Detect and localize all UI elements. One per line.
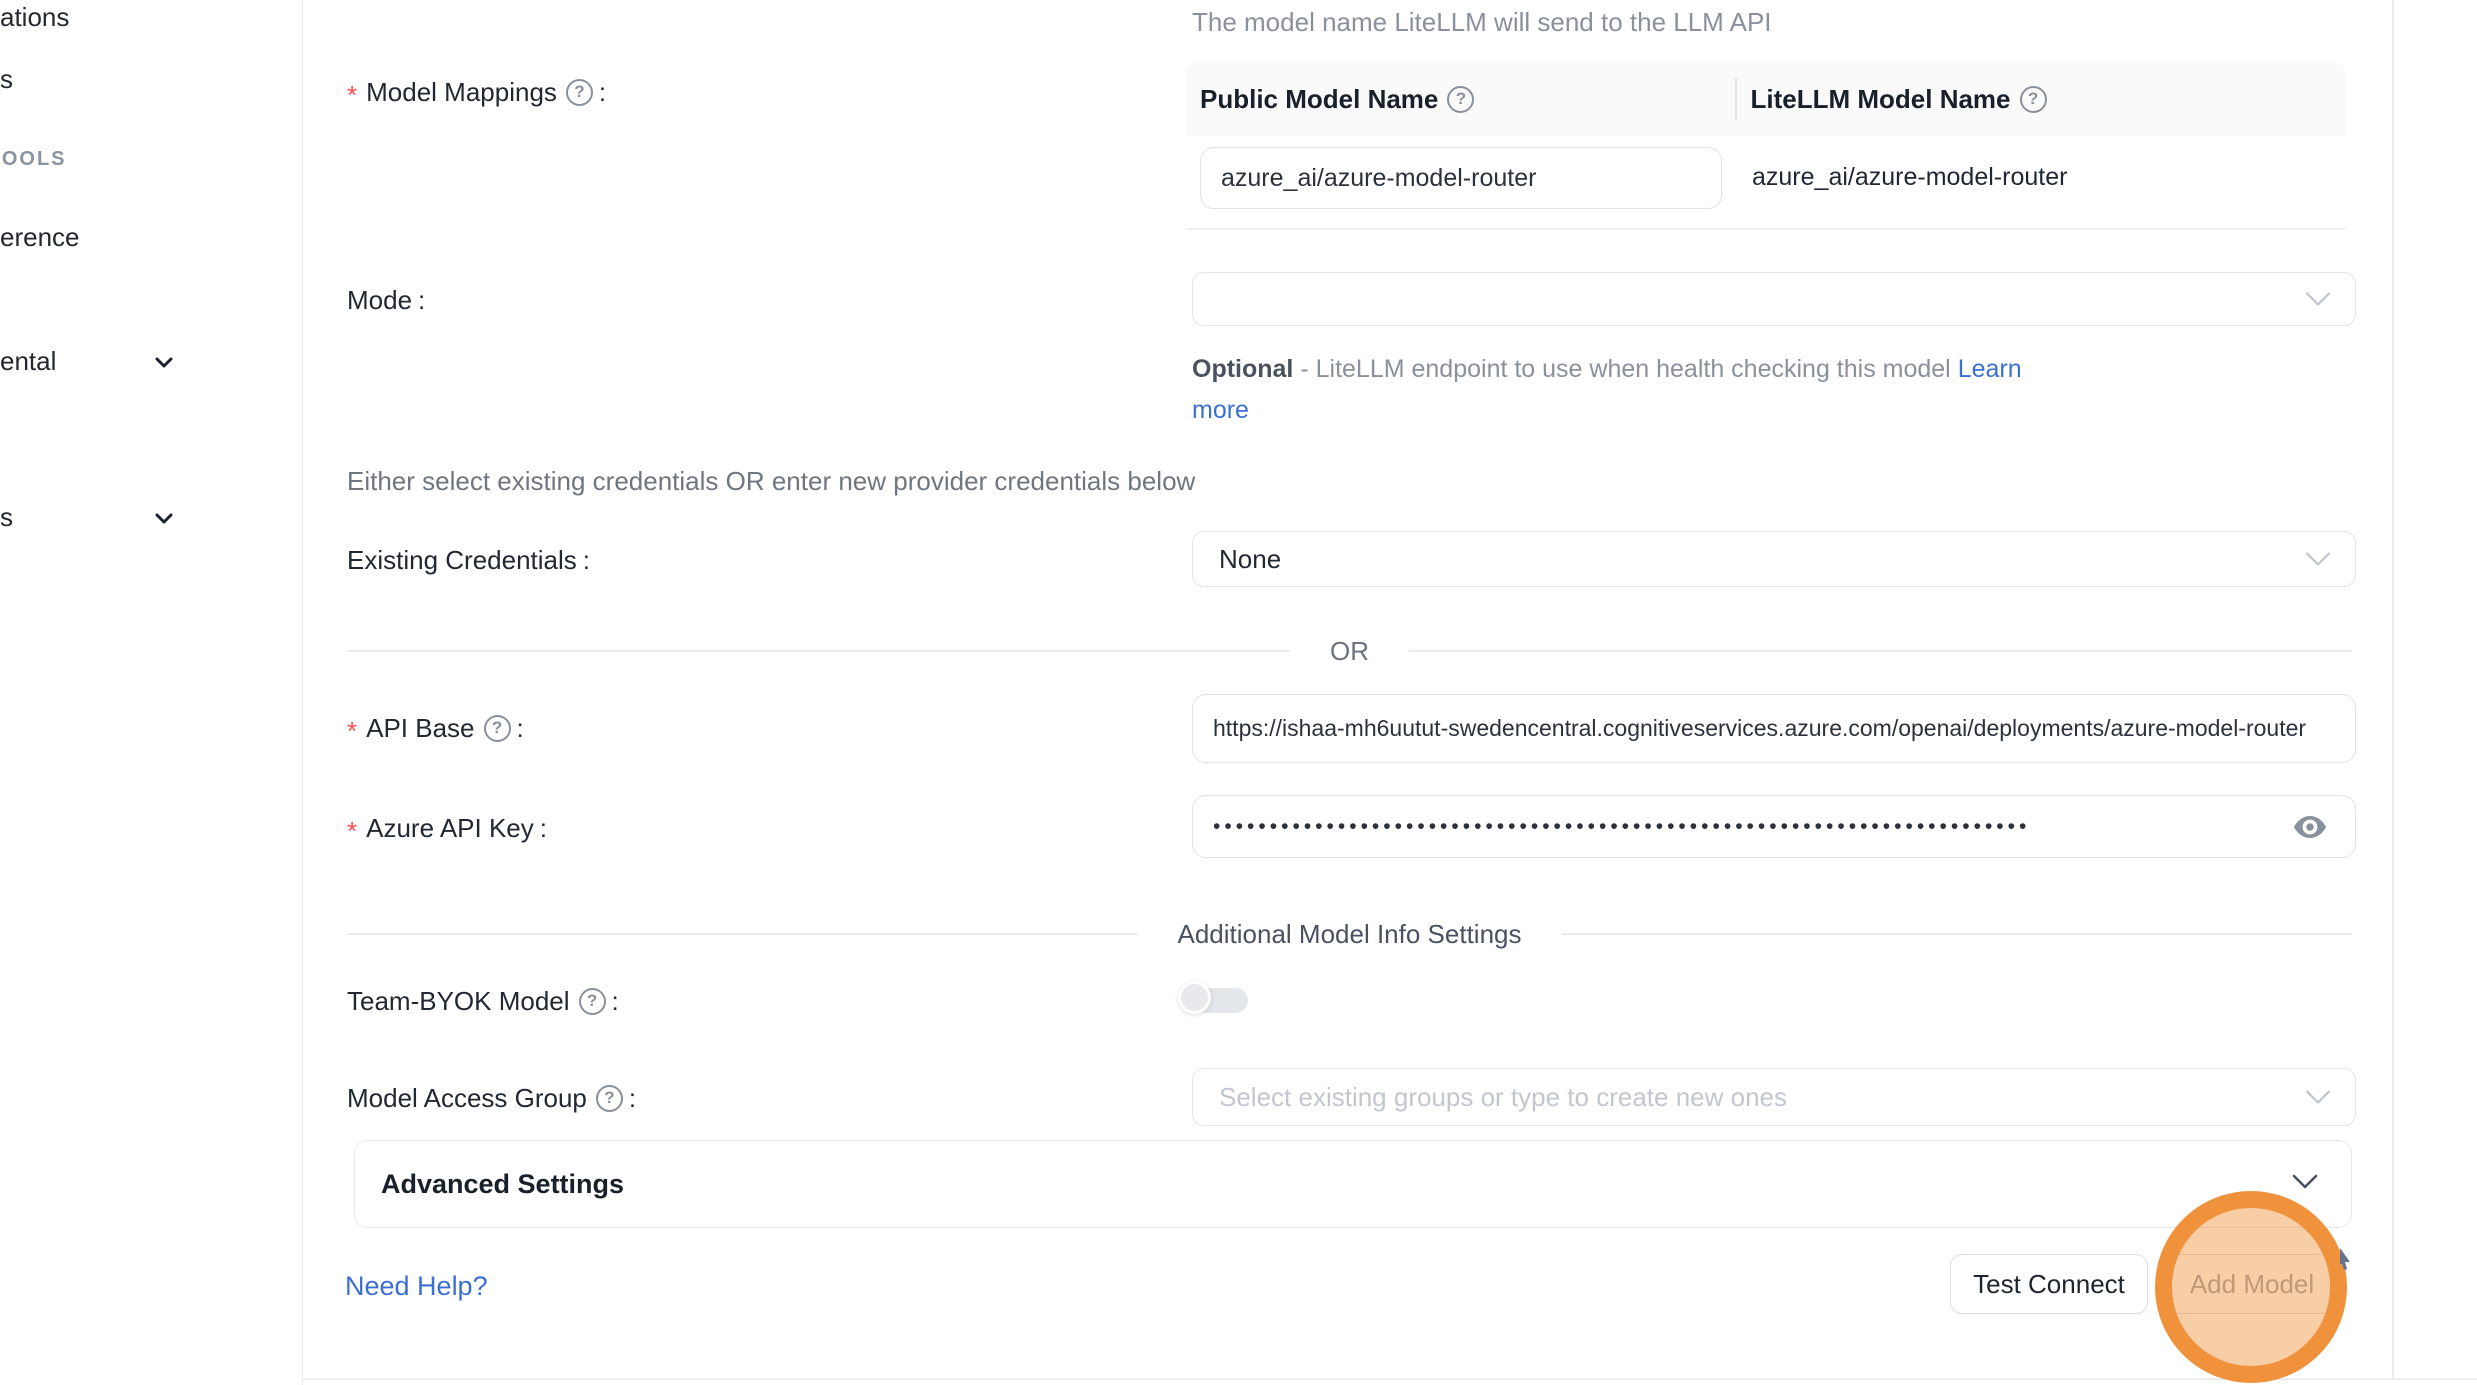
azure-api-key-input[interactable]: ••••••••••••••••••••••••••••••••••••••••… [1192,795,2356,858]
mode-helper-text: Optional - LiteLLM endpoint to use when … [1192,349,2022,431]
chevron-down-icon [150,504,178,537]
help-icon[interactable]: ? [579,988,606,1015]
learn-more-link[interactable]: Learn [1958,355,2022,383]
litellm-model-name-header: LiteLLM Model Name ? [1737,84,2047,115]
azure-api-key-label: * Azure API Key : [347,811,547,845]
model-access-group-select[interactable]: Select existing groups or type to create… [1192,1068,2356,1126]
mode-select[interactable] [1192,272,2356,326]
mouse-cursor-icon [2339,1248,2351,1275]
toggle-knob [1178,981,1211,1014]
sidebar-item-settings[interactable]: s [0,502,13,533]
model-name-helper-text: The model name LiteLLM will send to the … [1192,7,1772,38]
litellm-model-name-value: azure_ai/azure-model-router [1752,163,2067,192]
help-icon[interactable]: ? [484,715,511,742]
advanced-settings-title: Advanced Settings [381,1169,624,1200]
sidebar-item-experimental[interactable]: ental [0,346,56,377]
sidebar-item-users[interactable]: s [0,64,13,95]
mode-label: Mode : [347,283,425,317]
model-mappings-label: * Model Mappings ? : [347,75,606,109]
add-model-screen: ations s TOOLS erence ental s The model … [0,0,2477,1385]
required-asterisk: * [347,80,357,111]
sidebar-item-organizations[interactable]: ations [0,2,69,33]
model-mappings-table-header: Public Model Name ? LiteLLM Model Name ? [1186,62,2346,136]
additional-settings-divider: Additional Model Info Settings [347,919,2352,949]
help-icon[interactable]: ? [2020,86,2047,113]
credentials-note: Either select existing credentials OR en… [347,466,1195,497]
model-access-group-label: Model Access Group ? : [347,1081,636,1115]
advanced-settings-panel[interactable]: Advanced Settings [354,1140,2352,1228]
sidebar-item-api-reference[interactable]: erence [0,222,80,253]
required-asterisk: * [347,816,357,847]
content-bottom-border [302,1378,2477,1380]
team-byok-label: Team-BYOK Model ? : [347,984,619,1018]
content-right-border [2392,0,2394,1379]
public-model-name-header: Public Model Name ? [1186,84,1735,115]
public-model-name-input[interactable] [1200,147,1722,209]
help-icon[interactable]: ? [1447,86,1474,113]
eye-icon[interactable] [2293,814,2327,845]
chevron-down-icon [2305,284,2331,315]
chevron-down-icon [2305,544,2331,575]
add-model-button[interactable]: Add Model [2166,1254,2338,1314]
or-divider: OR [347,636,2352,666]
test-connect-button[interactable]: Test Connect [1950,1254,2148,1314]
chevron-down-icon [2291,1173,2319,1196]
masked-api-key: ••••••••••••••••••••••••••••••••••••••••… [1213,815,2273,839]
select-placeholder: Select existing groups or type to create… [1219,1082,1787,1113]
chevron-down-icon [150,348,178,381]
required-asterisk: * [347,716,357,747]
table-row-divider [1186,228,2346,230]
existing-credentials-select[interactable]: None [1192,531,2356,587]
api-base-input[interactable] [1192,694,2356,763]
help-icon[interactable]: ? [566,79,593,106]
api-base-label: * API Base ? : [347,711,524,745]
need-help-link[interactable]: Need Help? [345,1271,488,1302]
existing-credentials-label: Existing Credentials : [347,543,590,577]
sidebar: ations s TOOLS erence ental s [0,0,303,1385]
help-icon[interactable]: ? [596,1085,623,1112]
learn-more-link[interactable]: more [1192,396,1249,424]
chevron-down-icon [2305,1082,2331,1113]
sidebar-section-tools: TOOLS [0,148,67,171]
